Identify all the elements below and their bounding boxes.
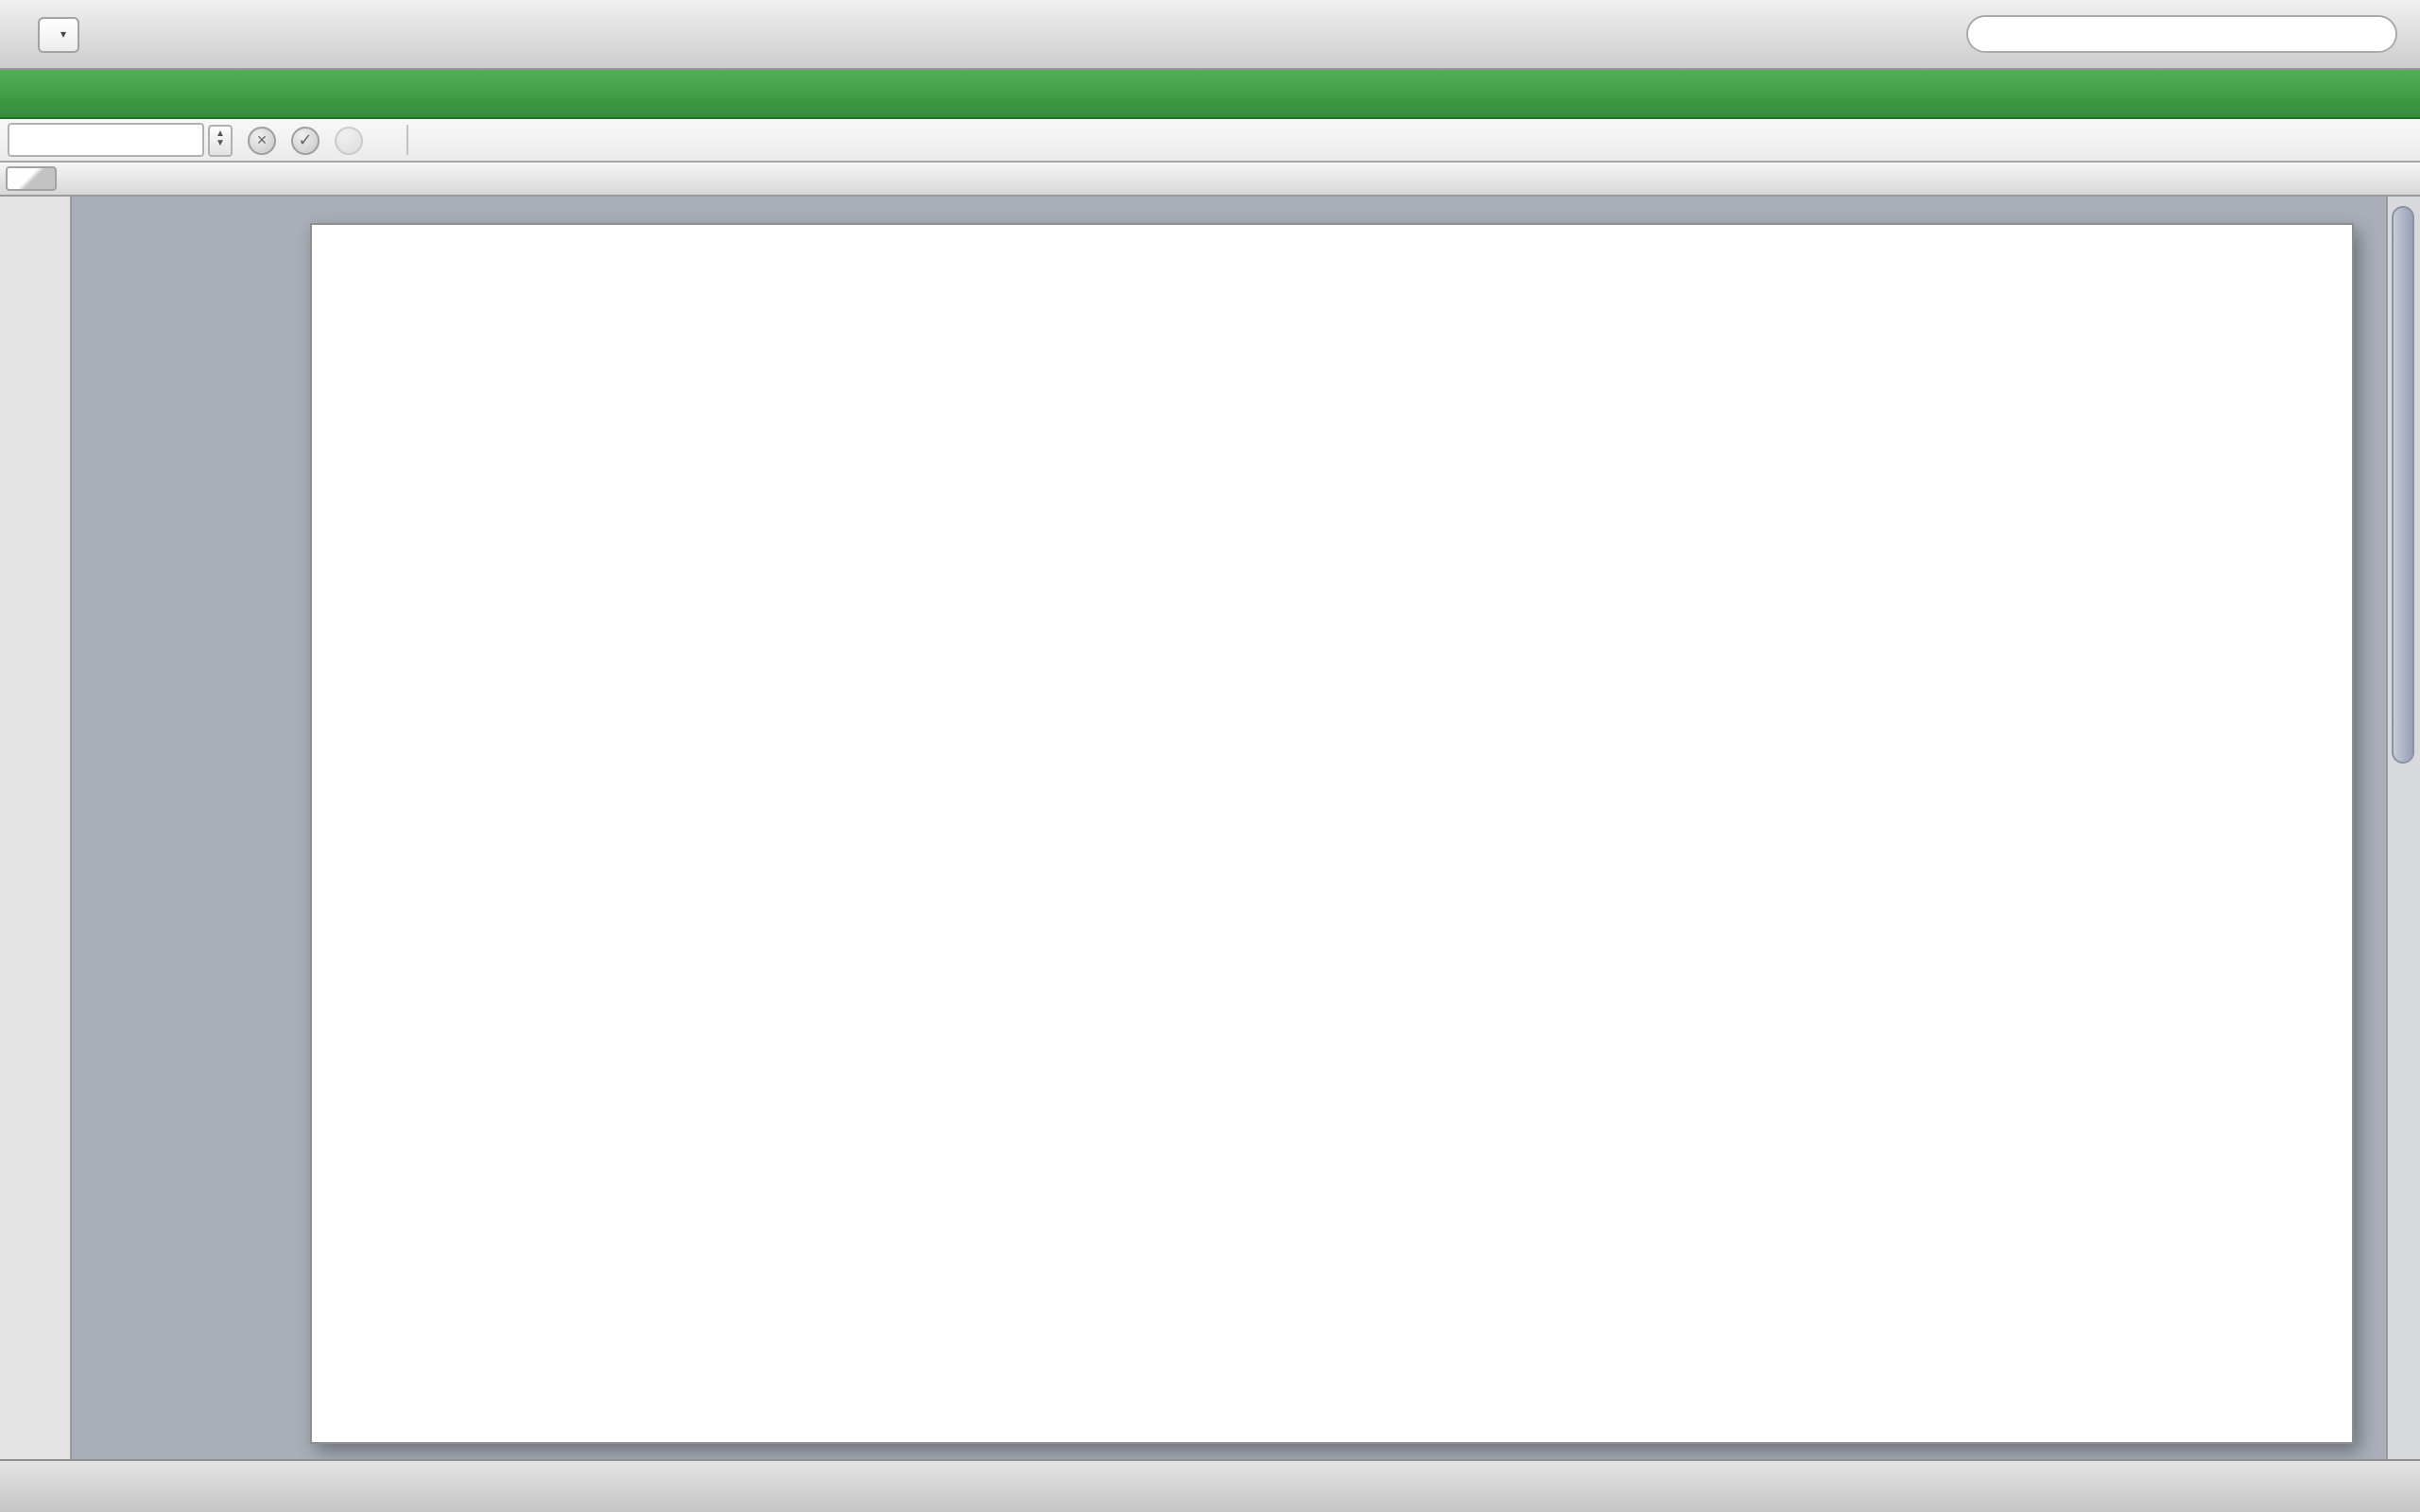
- vertical-scrollbar[interactable]: [2386, 197, 2420, 1459]
- gear-icon[interactable]: [2373, 77, 2405, 110]
- column-headers: [0, 163, 2420, 197]
- search-control: [1957, 15, 2397, 53]
- formula-divider: [406, 125, 408, 155]
- row-headers: [0, 197, 72, 1459]
- accept-icon[interactable]: ✓: [291, 126, 320, 154]
- sheet-search-input[interactable]: [1966, 15, 2397, 53]
- formula-bar: ▲▼ × ✓: [0, 119, 2420, 163]
- name-box[interactable]: [8, 123, 204, 157]
- scrollbar-thumb[interactable]: [2392, 206, 2414, 764]
- share-badge-icon[interactable]: [2371, 1463, 2418, 1510]
- help-button[interactable]: [106, 13, 147, 55]
- excel-window: ▾ ▲▼ × ✓: [0, 0, 2420, 1512]
- chevron-down-icon: ▾: [60, 27, 66, 41]
- cancel-icon[interactable]: ×: [248, 126, 276, 154]
- sheet-content: [0, 0, 2420, 1512]
- ribbon-tabs: [0, 70, 2420, 119]
- zoom-dropdown[interactable]: ▾: [38, 16, 79, 52]
- select-all-corner[interactable]: [6, 166, 57, 191]
- collapse-ribbon-icon[interactable]: [2322, 77, 2354, 110]
- name-box-stepper[interactable]: ▲▼: [208, 124, 233, 156]
- entry-dot-icon: [335, 126, 363, 154]
- sheet-tab-bar: [0, 1459, 2420, 1512]
- toolbar: ▾: [0, 0, 2420, 70]
- ribbon-corner-icons: [2322, 77, 2405, 110]
